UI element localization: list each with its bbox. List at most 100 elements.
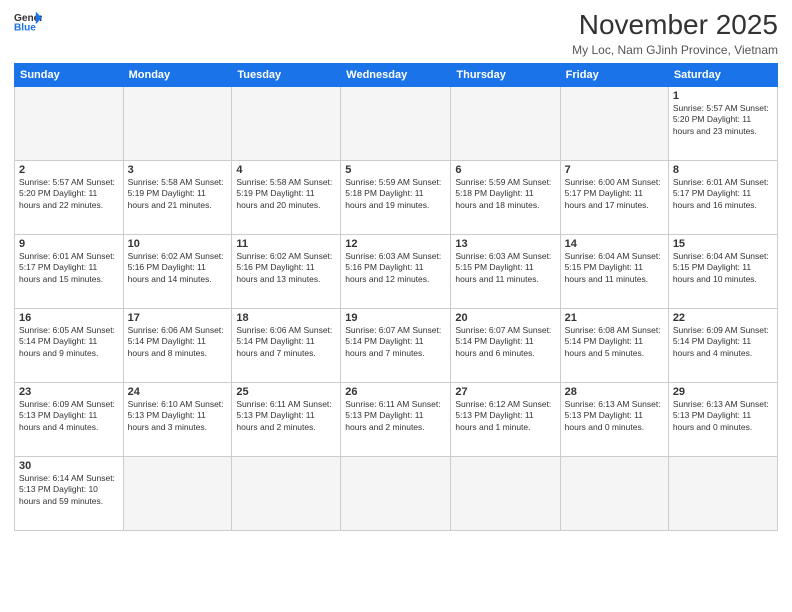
day-number: 11	[236, 238, 336, 250]
calendar-cell: 3Sunrise: 5:58 AM Sunset: 5:19 PM Daylig…	[123, 160, 232, 234]
day-number: 3	[128, 164, 228, 176]
calendar-cell: 26Sunrise: 6:11 AM Sunset: 5:13 PM Dayli…	[341, 382, 451, 456]
calendar-cell	[560, 86, 668, 160]
day-number: 22	[673, 312, 773, 324]
calendar-week-1: 1Sunrise: 5:57 AM Sunset: 5:20 PM Daylig…	[15, 86, 778, 160]
day-number: 14	[565, 238, 664, 250]
weekday-header-monday: Monday	[123, 63, 232, 86]
calendar-cell: 15Sunrise: 6:04 AM Sunset: 5:15 PM Dayli…	[668, 234, 777, 308]
calendar-cell: 22Sunrise: 6:09 AM Sunset: 5:14 PM Dayli…	[668, 308, 777, 382]
day-info: Sunrise: 6:13 AM Sunset: 5:13 PM Dayligh…	[565, 399, 664, 433]
day-info: Sunrise: 5:58 AM Sunset: 5:19 PM Dayligh…	[236, 177, 336, 211]
calendar-cell	[232, 456, 341, 530]
day-number: 17	[128, 312, 228, 324]
day-info: Sunrise: 6:13 AM Sunset: 5:13 PM Dayligh…	[673, 399, 773, 433]
day-info: Sunrise: 5:59 AM Sunset: 5:18 PM Dayligh…	[345, 177, 446, 211]
day-number: 9	[19, 238, 119, 250]
day-info: Sunrise: 5:57 AM Sunset: 5:20 PM Dayligh…	[673, 103, 773, 137]
day-info: Sunrise: 6:02 AM Sunset: 5:16 PM Dayligh…	[128, 251, 228, 285]
day-info: Sunrise: 6:07 AM Sunset: 5:14 PM Dayligh…	[345, 325, 446, 359]
calendar-week-4: 16Sunrise: 6:05 AM Sunset: 5:14 PM Dayli…	[15, 308, 778, 382]
calendar-cell: 13Sunrise: 6:03 AM Sunset: 5:15 PM Dayli…	[451, 234, 560, 308]
day-info: Sunrise: 6:11 AM Sunset: 5:13 PM Dayligh…	[345, 399, 446, 433]
weekday-header-sunday: Sunday	[15, 63, 124, 86]
day-number: 15	[673, 238, 773, 250]
day-number: 1	[673, 90, 773, 102]
day-info: Sunrise: 6:10 AM Sunset: 5:13 PM Dayligh…	[128, 399, 228, 433]
calendar-cell: 2Sunrise: 5:57 AM Sunset: 5:20 PM Daylig…	[15, 160, 124, 234]
calendar-cell	[123, 456, 232, 530]
day-info: Sunrise: 6:05 AM Sunset: 5:14 PM Dayligh…	[19, 325, 119, 359]
calendar-week-5: 23Sunrise: 6:09 AM Sunset: 5:13 PM Dayli…	[15, 382, 778, 456]
day-info: Sunrise: 6:01 AM Sunset: 5:17 PM Dayligh…	[673, 177, 773, 211]
calendar-cell	[451, 456, 560, 530]
calendar-cell	[341, 86, 451, 160]
calendar-cell: 23Sunrise: 6:09 AM Sunset: 5:13 PM Dayli…	[15, 382, 124, 456]
calendar-cell	[123, 86, 232, 160]
day-info: Sunrise: 6:12 AM Sunset: 5:13 PM Dayligh…	[455, 399, 555, 433]
calendar-cell: 1Sunrise: 5:57 AM Sunset: 5:20 PM Daylig…	[668, 86, 777, 160]
day-number: 13	[455, 238, 555, 250]
calendar-cell: 11Sunrise: 6:02 AM Sunset: 5:16 PM Dayli…	[232, 234, 341, 308]
weekday-header-friday: Friday	[560, 63, 668, 86]
calendar-week-3: 9Sunrise: 6:01 AM Sunset: 5:17 PM Daylig…	[15, 234, 778, 308]
calendar-cell	[15, 86, 124, 160]
day-number: 18	[236, 312, 336, 324]
calendar-table: SundayMondayTuesdayWednesdayThursdayFrid…	[14, 63, 778, 531]
calendar-cell: 12Sunrise: 6:03 AM Sunset: 5:16 PM Dayli…	[341, 234, 451, 308]
calendar-cell: 28Sunrise: 6:13 AM Sunset: 5:13 PM Dayli…	[560, 382, 668, 456]
day-number: 27	[455, 386, 555, 398]
main-title: November 2025	[572, 10, 778, 41]
day-number: 8	[673, 164, 773, 176]
calendar-week-2: 2Sunrise: 5:57 AM Sunset: 5:20 PM Daylig…	[15, 160, 778, 234]
calendar-cell: 30Sunrise: 6:14 AM Sunset: 5:13 PM Dayli…	[15, 456, 124, 530]
day-number: 21	[565, 312, 664, 324]
day-number: 29	[673, 386, 773, 398]
calendar-cell: 8Sunrise: 6:01 AM Sunset: 5:17 PM Daylig…	[668, 160, 777, 234]
day-number: 7	[565, 164, 664, 176]
title-block: November 2025 My Loc, Nam GJinh Province…	[572, 10, 778, 57]
weekday-header-tuesday: Tuesday	[232, 63, 341, 86]
calendar-cell: 21Sunrise: 6:08 AM Sunset: 5:14 PM Dayli…	[560, 308, 668, 382]
day-number: 4	[236, 164, 336, 176]
day-info: Sunrise: 6:03 AM Sunset: 5:16 PM Dayligh…	[345, 251, 446, 285]
weekday-header-saturday: Saturday	[668, 63, 777, 86]
day-info: Sunrise: 6:08 AM Sunset: 5:14 PM Dayligh…	[565, 325, 664, 359]
day-number: 24	[128, 386, 228, 398]
day-number: 12	[345, 238, 446, 250]
calendar-cell: 16Sunrise: 6:05 AM Sunset: 5:14 PM Dayli…	[15, 308, 124, 382]
day-info: Sunrise: 6:11 AM Sunset: 5:13 PM Dayligh…	[236, 399, 336, 433]
day-info: Sunrise: 6:09 AM Sunset: 5:14 PM Dayligh…	[673, 325, 773, 359]
day-info: Sunrise: 6:06 AM Sunset: 5:14 PM Dayligh…	[128, 325, 228, 359]
calendar-cell: 6Sunrise: 5:59 AM Sunset: 5:18 PM Daylig…	[451, 160, 560, 234]
day-info: Sunrise: 6:02 AM Sunset: 5:16 PM Dayligh…	[236, 251, 336, 285]
day-info: Sunrise: 5:58 AM Sunset: 5:19 PM Dayligh…	[128, 177, 228, 211]
day-number: 6	[455, 164, 555, 176]
weekday-header-wednesday: Wednesday	[341, 63, 451, 86]
calendar-cell: 25Sunrise: 6:11 AM Sunset: 5:13 PM Dayli…	[232, 382, 341, 456]
calendar-week-6: 30Sunrise: 6:14 AM Sunset: 5:13 PM Dayli…	[15, 456, 778, 530]
svg-text:Blue: Blue	[14, 22, 36, 32]
day-info: Sunrise: 6:03 AM Sunset: 5:15 PM Dayligh…	[455, 251, 555, 285]
calendar-cell: 20Sunrise: 6:07 AM Sunset: 5:14 PM Dayli…	[451, 308, 560, 382]
day-number: 2	[19, 164, 119, 176]
calendar-cell: 10Sunrise: 6:02 AM Sunset: 5:16 PM Dayli…	[123, 234, 232, 308]
calendar-cell: 9Sunrise: 6:01 AM Sunset: 5:17 PM Daylig…	[15, 234, 124, 308]
day-info: Sunrise: 6:06 AM Sunset: 5:14 PM Dayligh…	[236, 325, 336, 359]
day-info: Sunrise: 6:04 AM Sunset: 5:15 PM Dayligh…	[565, 251, 664, 285]
calendar-cell	[560, 456, 668, 530]
calendar-cell: 18Sunrise: 6:06 AM Sunset: 5:14 PM Dayli…	[232, 308, 341, 382]
logo-icon: General Blue	[14, 10, 42, 32]
day-info: Sunrise: 6:00 AM Sunset: 5:17 PM Dayligh…	[565, 177, 664, 211]
weekday-header-row: SundayMondayTuesdayWednesdayThursdayFrid…	[15, 63, 778, 86]
page: General Blue November 2025 My Loc, Nam G…	[0, 0, 792, 612]
day-number: 28	[565, 386, 664, 398]
day-number: 25	[236, 386, 336, 398]
calendar-cell: 5Sunrise: 5:59 AM Sunset: 5:18 PM Daylig…	[341, 160, 451, 234]
day-info: Sunrise: 5:59 AM Sunset: 5:18 PM Dayligh…	[455, 177, 555, 211]
day-number: 5	[345, 164, 446, 176]
header: General Blue November 2025 My Loc, Nam G…	[14, 10, 778, 57]
calendar-cell	[451, 86, 560, 160]
day-info: Sunrise: 6:09 AM Sunset: 5:13 PM Dayligh…	[19, 399, 119, 433]
day-info: Sunrise: 6:14 AM Sunset: 5:13 PM Dayligh…	[19, 473, 119, 507]
